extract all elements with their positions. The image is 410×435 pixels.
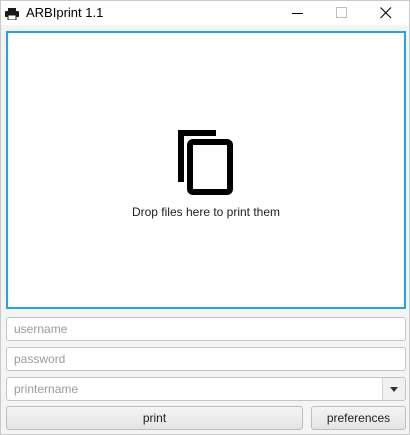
file-drop-zone[interactable]: Drop files here to print them xyxy=(6,31,406,309)
printer-name-placeholder: printername xyxy=(14,382,79,396)
printer-name-combo[interactable]: printername xyxy=(6,377,406,401)
username-field[interactable] xyxy=(6,317,406,341)
print-button[interactable]: print xyxy=(6,406,303,430)
app-window: ARBIprint 1.1 Drop files here to print t… xyxy=(0,0,410,435)
minimize-button[interactable] xyxy=(275,1,321,25)
chevron-down-icon xyxy=(390,387,398,392)
title-bar: ARBIprint 1.1 xyxy=(1,1,409,25)
window-title: ARBIprint 1.1 xyxy=(26,5,104,20)
copy-icon xyxy=(178,130,233,195)
password-field[interactable] xyxy=(6,347,406,371)
maximize-icon xyxy=(336,7,347,18)
minimize-icon xyxy=(292,13,303,14)
close-icon xyxy=(380,7,392,19)
close-button[interactable] xyxy=(363,1,409,25)
dropdown-button[interactable] xyxy=(382,378,405,400)
maximize-button[interactable] xyxy=(319,1,365,25)
drop-instruction: Drop files here to print them xyxy=(131,205,281,219)
preferences-button[interactable]: preferences xyxy=(311,406,406,430)
printer-icon xyxy=(5,7,19,21)
